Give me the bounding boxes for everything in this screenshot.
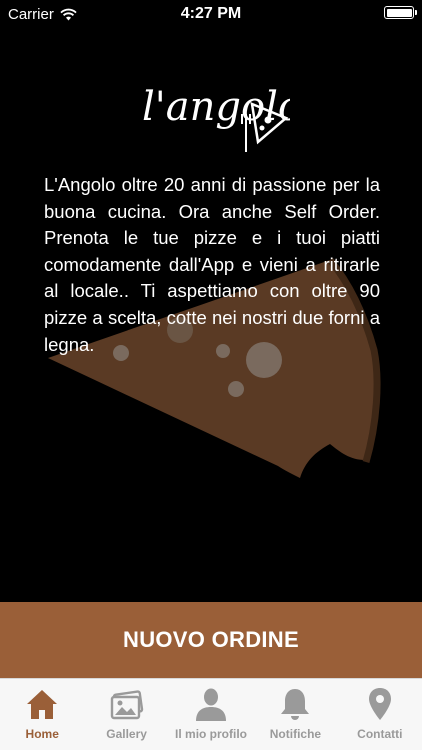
intro-text: L'Angolo oltre 20 anni di passione per l… <box>44 174 380 355</box>
tab-label: Il mio profilo <box>175 727 248 741</box>
tab-bar: Home Gallery Il mio profilo Notifiche Co… <box>0 678 422 750</box>
tab-profile[interactable]: Il mio profilo <box>169 679 253 750</box>
bell-icon <box>281 689 310 720</box>
tab-gallery[interactable]: Gallery <box>84 679 168 750</box>
tab-home[interactable]: Home <box>0 679 84 750</box>
tab-notifications[interactable]: Notifiche <box>253 679 337 750</box>
clock: 4:27 PM <box>180 5 242 22</box>
status-bar: Carrier 4:27 PM <box>0 0 422 30</box>
battery-fill <box>386 8 412 17</box>
battery-icon <box>384 6 417 19</box>
logo: l'angolo <box>142 84 290 152</box>
profile-icon <box>196 688 227 721</box>
tab-label: Home <box>25 727 59 741</box>
status-right <box>384 6 417 19</box>
gallery-icon <box>110 690 143 720</box>
location-pin-icon <box>368 688 391 720</box>
tab-contacts[interactable]: Contatti <box>338 679 422 750</box>
tab-label: Contatti <box>357 727 403 741</box>
tab-label: Notifiche <box>269 727 322 741</box>
home-icon <box>27 690 58 719</box>
tab-label: Gallery <box>106 727 147 741</box>
new-order-button[interactable]: NUOVO ORDINE <box>0 602 422 678</box>
